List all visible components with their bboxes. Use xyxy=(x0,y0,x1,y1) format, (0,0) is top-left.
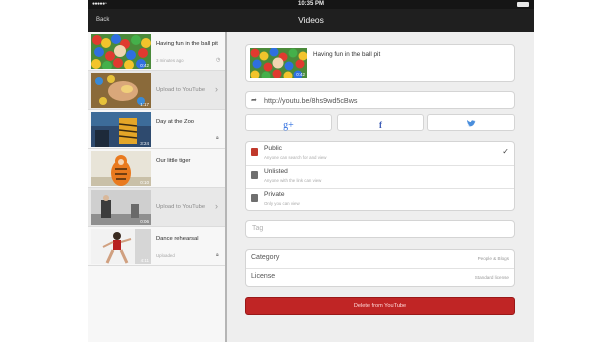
page-title: Videos xyxy=(298,15,324,25)
license-row[interactable]: License Standard license xyxy=(246,269,514,287)
video-duration: 3:24 xyxy=(140,141,149,146)
privacy-label: Private xyxy=(264,191,285,198)
video-duration: 0:42 xyxy=(296,72,305,77)
lock-icon: 🔒︎ xyxy=(216,135,219,141)
lock-icon xyxy=(251,194,258,202)
twitter-share-button[interactable] xyxy=(427,114,515,131)
video-duration: 0:06 xyxy=(140,219,149,224)
tag-input[interactable] xyxy=(252,225,502,232)
video-duration: 4:11 xyxy=(140,258,149,263)
tag-field xyxy=(245,220,515,238)
video-title: Having fun in the ball pit xyxy=(313,51,381,58)
video-detail-panel: 0:42 Having fun in the ball pit ➦ http:/… xyxy=(227,32,534,342)
privacy-description: Only you can view xyxy=(264,201,300,206)
status-bar: ●●●●● ◔ 10:35 PM xyxy=(88,0,534,9)
video-thumbnail[interactable]: 0:42 xyxy=(250,48,307,78)
ipad-screen: ●●●●● ◔ 10:35 PM Back Videos 0:42 Having… xyxy=(88,0,534,342)
twitter-bird-icon xyxy=(466,120,476,130)
video-duration: 1:17 xyxy=(140,102,149,107)
metadata-card: Category People & Blogs License Standard… xyxy=(245,249,515,287)
video-list-item[interactable]: 0:10 Our little tiger xyxy=(88,149,225,188)
video-thumbnail: 0:10 xyxy=(91,151,151,186)
facebook-icon: f xyxy=(379,120,382,130)
video-title: Upload to YouTube xyxy=(156,204,206,210)
category-label: Category xyxy=(251,254,280,261)
delete-from-youtube-button[interactable]: Delete from YouTube xyxy=(245,297,515,315)
category-value: People & Blogs xyxy=(477,256,509,261)
category-row[interactable]: Category People & Blogs xyxy=(246,250,514,269)
checkmark-icon: ✓ xyxy=(502,147,509,156)
chevron-right-icon: › xyxy=(215,84,218,94)
video-list-item[interactable]: 0:06 Upload to YouTube › xyxy=(88,188,225,227)
status-time: 10:35 PM xyxy=(297,1,324,7)
video-thumbnail: 0:06 xyxy=(91,190,151,225)
lock-icon xyxy=(251,171,258,179)
lock-icon: 🔒︎ xyxy=(216,252,219,258)
privacy-private-option[interactable]: Private Only you can view xyxy=(246,188,514,210)
video-duration: 0:10 xyxy=(140,180,149,185)
facebook-share-button[interactable]: f xyxy=(337,114,424,131)
license-label: License xyxy=(251,273,276,280)
globe-icon xyxy=(251,148,258,156)
video-title: Dance rehearsal xyxy=(156,236,199,242)
video-title: Upload to YouTube xyxy=(156,87,206,93)
privacy-description: Anyone with the link can view xyxy=(264,178,322,183)
video-list-item[interactable]: 0:42 Having fun in the ball pit 3 minute… xyxy=(88,32,225,71)
video-title: Having fun in the ball pit xyxy=(156,41,218,47)
video-list-item[interactable]: 3:24 Day at the Zoo 🔒︎ xyxy=(88,110,225,149)
video-timestamp: Uploaded xyxy=(156,253,175,258)
video-title: Our little tiger xyxy=(156,158,191,164)
google-plus-share-button[interactable]: g+ xyxy=(245,114,332,131)
video-header-card: 0:42 Having fun in the ball pit xyxy=(245,44,515,82)
privacy-unlisted-option[interactable]: Unlisted Anyone with the link can view xyxy=(246,165,514,189)
license-value: Standard license xyxy=(474,275,509,280)
share-url-field[interactable]: ➦ http://youtu.be/8hs9wd5cBws xyxy=(245,91,515,109)
video-thumbnail: 4:11 xyxy=(91,229,151,264)
privacy-description: Anyone can search for and view xyxy=(264,155,327,160)
privacy-options: Public Anyone can search for and view ✓ … xyxy=(245,141,515,211)
video-list-item[interactable]: 4:11 Dance rehearsal Uploaded 🔒︎ xyxy=(88,227,225,266)
video-timestamp: 3 minutes ago xyxy=(156,58,184,63)
nav-bar: Back Videos xyxy=(88,9,534,33)
video-list-item[interactable]: 1:17 Upload to YouTube › xyxy=(88,71,225,110)
google-plus-icon: g+ xyxy=(283,120,294,131)
privacy-public-option[interactable]: Public Anyone can search for and view ✓ xyxy=(246,142,514,166)
video-thumbnail: 1:17 xyxy=(91,73,151,108)
chevron-right-icon: › xyxy=(215,201,218,211)
video-title: Day at the Zoo xyxy=(156,119,195,125)
clock-icon: ◷ xyxy=(216,57,221,63)
share-icon: ➦ xyxy=(251,97,257,104)
privacy-label: Public xyxy=(264,145,282,152)
battery-icon xyxy=(517,2,529,7)
video-thumbnail: 3:24 xyxy=(91,112,151,147)
video-url: http://youtu.be/8hs9wd5cBws xyxy=(264,96,358,105)
video-thumbnail: 0:42 xyxy=(91,34,151,69)
video-duration: 0:42 xyxy=(140,63,149,68)
video-list: 0:42 Having fun in the ball pit 3 minute… xyxy=(88,32,225,342)
privacy-label: Unlisted xyxy=(264,168,288,175)
